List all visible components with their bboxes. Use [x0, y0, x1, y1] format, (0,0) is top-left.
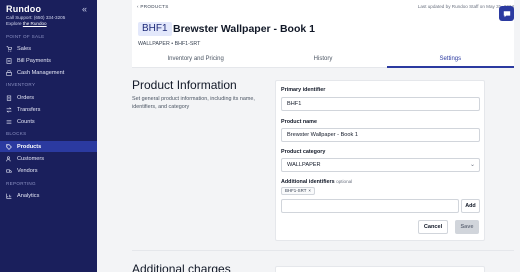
additional-identifier-input[interactable] [281, 199, 459, 213]
save-button[interactable]: Save [455, 220, 479, 234]
sidebar-item-label: Transfers [17, 106, 41, 113]
sidebar-item-products[interactable]: Products [0, 141, 97, 152]
explore-link[interactable]: the Rundoo [23, 21, 47, 26]
product-name-input[interactable]: Brewster Wallpaper - Book 1 [281, 128, 480, 142]
section-pos: POINT OF SALE [6, 34, 45, 39]
product-header: ‹ PRODUCTS Last updated by Rundoo Staff … [132, 0, 514, 68]
sidebar-item-label: Counts [17, 118, 35, 125]
sidebar: Rundoo « Call Support: (650) 334-3205 Ex… [0, 0, 97, 272]
tag-icon [6, 143, 12, 150]
cancel-button[interactable]: Cancel [418, 220, 448, 234]
bill-icon [6, 57, 12, 64]
category-value: WALLPAPER [287, 162, 321, 168]
explore-text: Explore [6, 21, 23, 26]
sidebar-item-vendors[interactable]: Vendors [0, 165, 97, 176]
section-divider [132, 250, 514, 251]
primary-identifier-input[interactable]: BHF1 [281, 97, 480, 111]
additional-identifiers-text: Additional identifiers [281, 179, 335, 185]
chart-icon [6, 193, 12, 199]
section-title: Product Information [132, 78, 237, 92]
sidebar-item-label: Bill Payments [17, 57, 51, 64]
sidebar-item-cash-management[interactable]: Cash Management [0, 67, 97, 78]
breadcrumb[interactable]: ‹ PRODUCTS [137, 4, 169, 9]
page-title: Brewster Wallpaper - Book 1 [173, 23, 315, 35]
sidebar-item-transfers[interactable]: Transfers [0, 104, 97, 115]
truck-icon [6, 168, 12, 174]
cart-icon [6, 45, 12, 52]
product-id-badge: BHF1 [138, 22, 172, 36]
product-name-label: Product name [281, 119, 317, 125]
sidebar-item-sales[interactable]: Sales [0, 43, 97, 54]
product-info-card: Primary identifier BHF1 Product name Bre… [275, 80, 485, 241]
section-blocks: BLOCKS [6, 131, 27, 136]
section-description: Set general product information, includi… [132, 96, 255, 110]
sidebar-item-label: Vendors [17, 167, 38, 174]
section-inventory: INVENTORY [6, 82, 36, 87]
product-category-label: Product category [281, 149, 326, 155]
users-icon [6, 155, 12, 162]
sidebar-item-label: Analytics [17, 192, 40, 199]
product-category-select[interactable]: WALLPAPER ⌄ [281, 158, 480, 172]
transfer-arrows-icon [6, 106, 12, 113]
sidebar-item-analytics[interactable]: Analytics [0, 190, 97, 201]
primary-identifier-label: Primary identifier [281, 87, 326, 93]
section-reporting: REPORTING [6, 181, 36, 186]
chip-remove-icon[interactable]: × [308, 188, 311, 193]
sidebar-item-counts[interactable]: Counts [0, 116, 97, 127]
sidebar-item-label: Sales [17, 45, 31, 52]
sidebar-item-label: Cash Management [17, 69, 65, 76]
optional-tag: optional [336, 179, 353, 184]
sidebar-item-label: Products [17, 143, 42, 150]
tab-history[interactable]: History [259, 52, 386, 68]
cash-register-icon [6, 69, 12, 76]
tab-inventory-pricing[interactable]: Inventory and Pricing [132, 52, 259, 68]
chip-label: BHF1-SRT [285, 188, 307, 193]
sidebar-item-orders[interactable]: Orders [0, 92, 97, 103]
brand-logo: Rundoo [6, 4, 42, 14]
collapse-sidebar-icon[interactable]: « [82, 4, 87, 14]
additional-identifiers-label: Additional identifiers optional [281, 179, 352, 185]
chat-button[interactable] [499, 6, 514, 21]
additional-charges-card [275, 266, 485, 272]
breadcrumb-products: PRODUCTS [140, 4, 169, 9]
clipboard-icon [6, 95, 12, 101]
support-info: Call Support: (650) 334-3205 Explore the… [6, 15, 65, 27]
tab-bar: Inventory and Pricing History Settings [132, 52, 514, 68]
add-identifier-button[interactable]: Add [461, 199, 480, 213]
tab-settings[interactable]: Settings [386, 52, 514, 68]
sidebar-item-customers[interactable]: Customers [0, 153, 97, 164]
identifier-chip: BHF1-SRT × [281, 187, 315, 195]
sidebar-item-label: Orders [17, 94, 35, 101]
sidebar-item-label: Customers [17, 155, 45, 162]
list-check-icon [6, 119, 12, 125]
additional-charges-title: Additional charges [132, 262, 231, 272]
chat-icon [503, 10, 510, 17]
sidebar-item-bill-payments[interactable]: Bill Payments [0, 55, 97, 66]
product-subtitle: WALLPAPER • BHF1-SRT [138, 41, 201, 47]
chevron-down-icon: ⌄ [469, 162, 475, 168]
